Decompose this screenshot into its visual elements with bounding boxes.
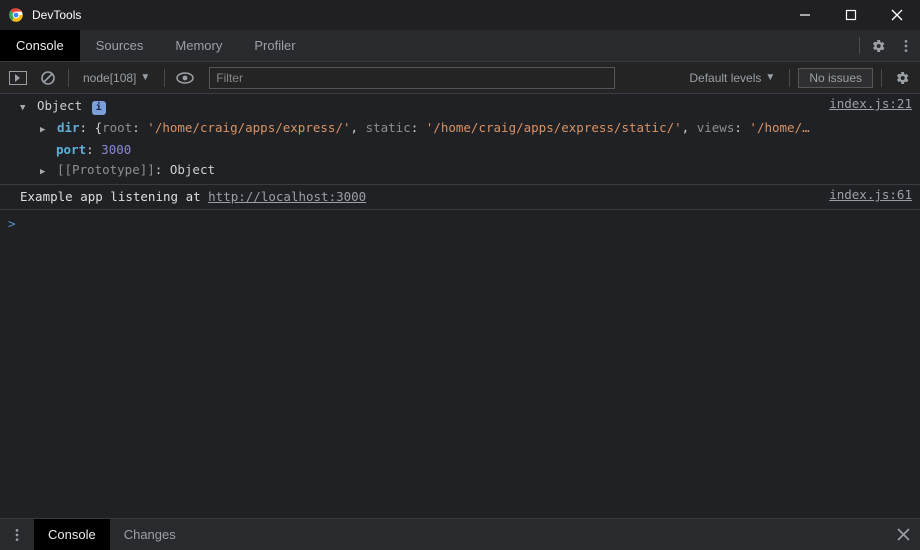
property-key: port: [56, 142, 86, 157]
panel-tabs: Console Sources Memory Profiler: [0, 30, 920, 62]
log-row-object[interactable]: index.js:21 Object i dir: {root: '/home/…: [0, 94, 920, 185]
drawer-tabs: Console Changes: [0, 518, 920, 550]
context-label: node[108]: [83, 71, 136, 85]
chrome-icon: [8, 7, 24, 23]
window-title: DevTools: [32, 8, 81, 22]
clear-console-button[interactable]: [36, 66, 60, 90]
string-value: '/home/…: [749, 120, 809, 135]
source-link[interactable]: index.js:61: [829, 185, 912, 205]
console-prompt[interactable]: >: [0, 210, 920, 238]
tab-console[interactable]: Console: [0, 30, 80, 61]
window-maximize-button[interactable]: [828, 0, 874, 30]
number-value: 3000: [101, 142, 131, 157]
string-value: '/home/craig/apps/express/': [147, 120, 350, 135]
window-minimize-button[interactable]: [782, 0, 828, 30]
property-key: static: [366, 120, 411, 135]
console-output: index.js:21 Object i dir: {root: '/home/…: [0, 94, 920, 518]
log-text: Example app listening at: [20, 189, 208, 204]
log-row-message[interactable]: index.js:61 Example app listening at htt…: [0, 185, 920, 210]
object-label: Object: [170, 162, 215, 177]
url-link[interactable]: http://localhost:3000: [208, 189, 366, 204]
source-link[interactable]: index.js:21: [829, 94, 912, 114]
log-levels-label: Default levels: [689, 71, 761, 85]
drawer-tab-console[interactable]: Console: [34, 519, 110, 550]
console-settings-button[interactable]: [890, 66, 914, 90]
property-key: dir: [57, 120, 80, 135]
log-levels-selector[interactable]: Default levels ▼: [683, 71, 781, 85]
drawer-menu-button[interactable]: [0, 519, 34, 550]
property-key: root: [102, 120, 132, 135]
drawer-close-button[interactable]: [886, 519, 920, 550]
settings-button[interactable]: [864, 30, 892, 61]
window-close-button[interactable]: [874, 0, 920, 30]
context-selector[interactable]: node[108] ▼: [77, 71, 156, 85]
drawer-tab-changes[interactable]: Changes: [110, 519, 190, 550]
console-toolbar: node[108] ▼ Default levels ▼ No issues: [0, 62, 920, 94]
property-key: views: [697, 120, 735, 135]
string-value: '/home/craig/apps/express/static/': [426, 120, 682, 135]
window-titlebar: DevTools: [0, 0, 920, 30]
live-expression-button[interactable]: [173, 66, 197, 90]
tab-profiler[interactable]: Profiler: [238, 30, 311, 61]
tab-memory[interactable]: Memory: [159, 30, 238, 61]
chevron-down-icon: ▼: [765, 72, 775, 83]
tab-sources[interactable]: Sources: [80, 30, 160, 61]
toggle-sidebar-button[interactable]: [6, 66, 30, 90]
property-key: [[Prototype]]: [57, 162, 155, 177]
chevron-down-icon: ▼: [140, 72, 150, 83]
issues-button[interactable]: No issues: [798, 68, 873, 88]
info-icon[interactable]: i: [92, 101, 106, 115]
more-menu-button[interactable]: [892, 30, 920, 61]
filter-input[interactable]: [209, 67, 615, 89]
object-label[interactable]: Object: [37, 98, 82, 113]
